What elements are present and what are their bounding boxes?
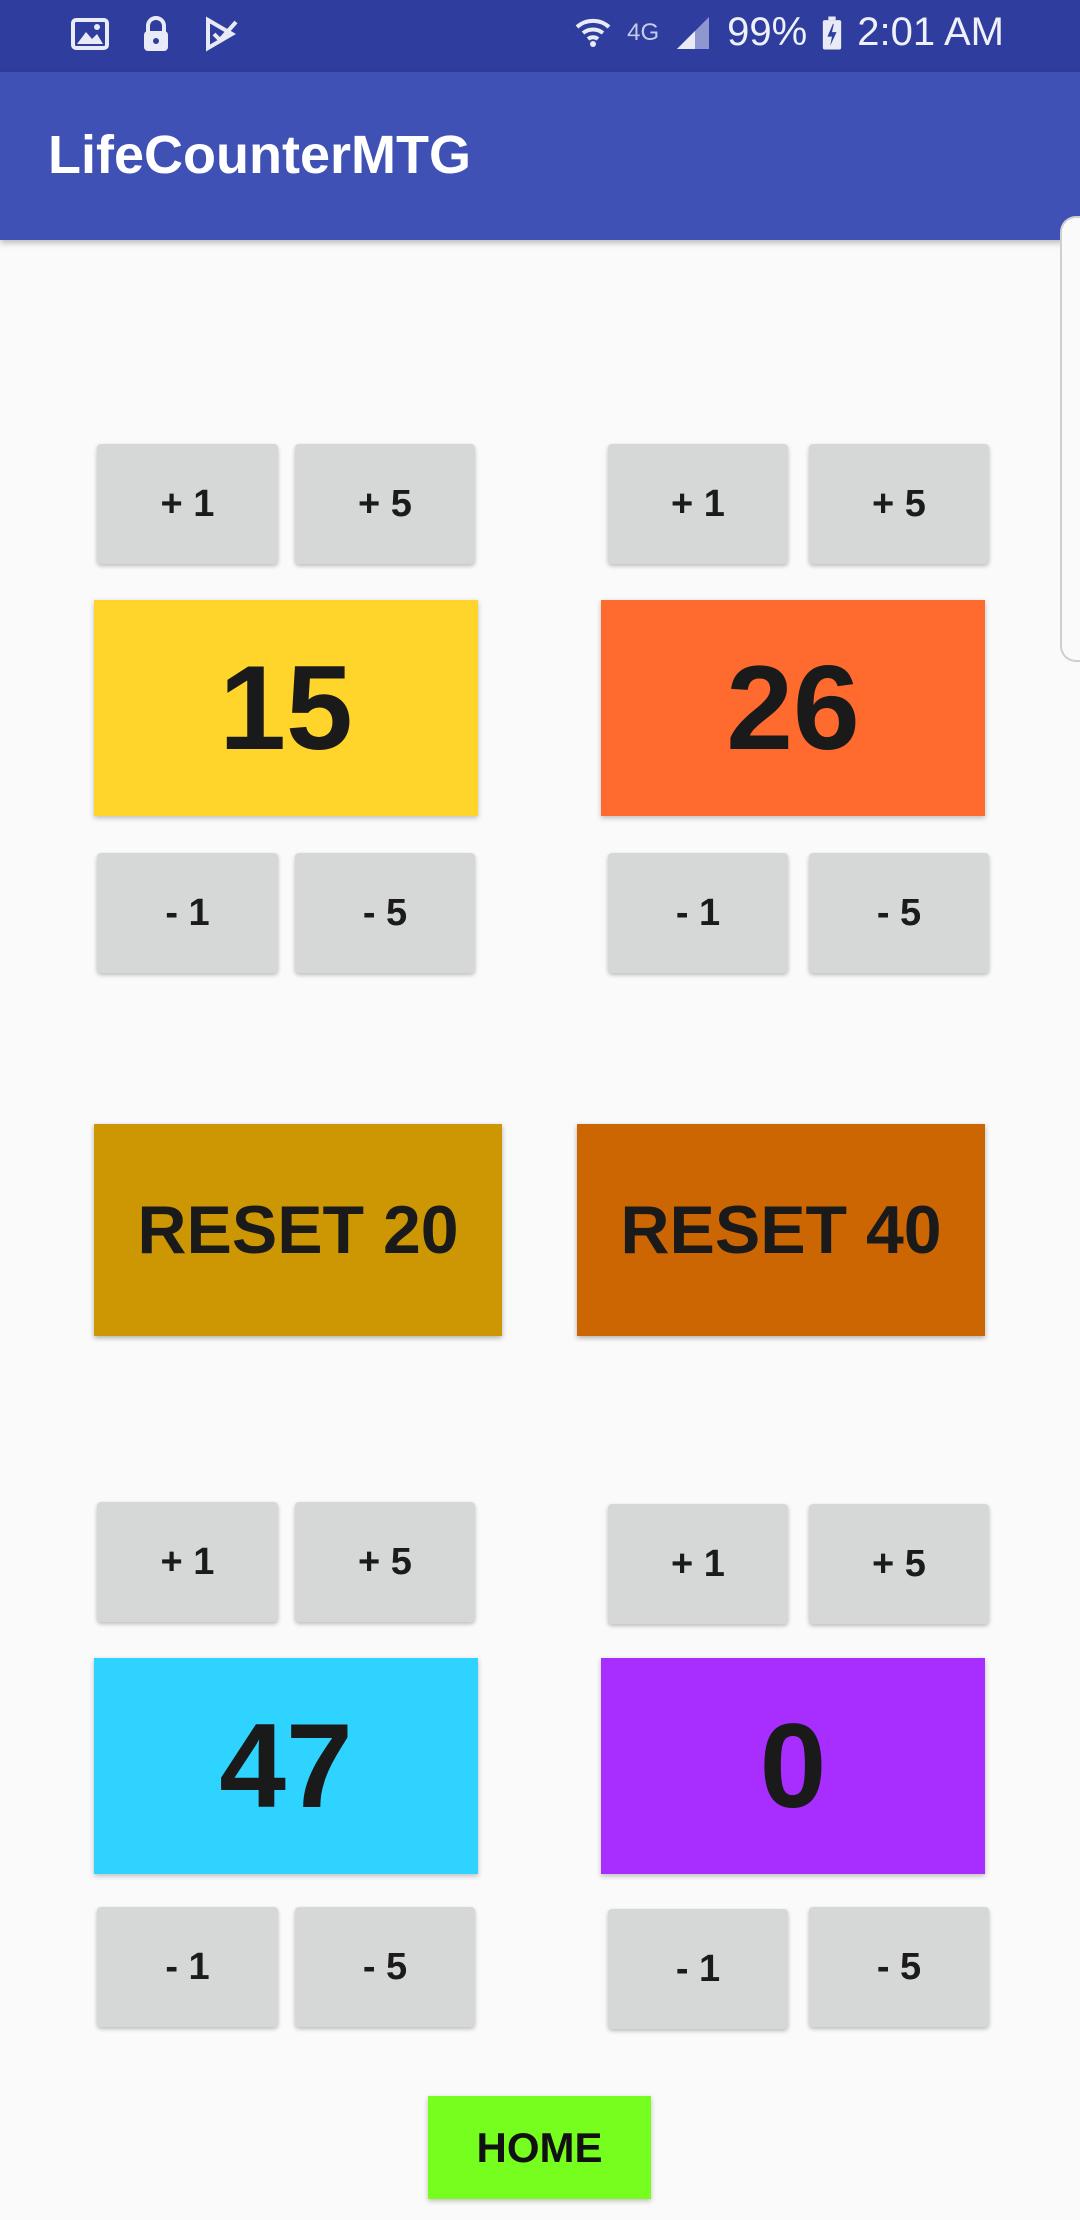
task-check-icon [206, 16, 238, 52]
signal-icon [677, 16, 710, 49]
status-icons-right: 4G 99% 2:01 AM [573, 10, 1004, 55]
battery-icon [823, 16, 842, 49]
player4-plus1-button[interactable]: + 1 [608, 1504, 788, 1624]
player4-plus5-button[interactable]: + 5 [809, 1504, 989, 1624]
player3-plus5-button[interactable]: + 5 [295, 1502, 475, 1622]
player1-minus1-button[interactable]: - 1 [97, 853, 278, 973]
player3-life-counter: 47 [94, 1658, 478, 1874]
player3-minus1-button[interactable]: - 1 [97, 1907, 278, 2027]
player2-life-counter: 26 [601, 600, 985, 816]
reset-40-button[interactable]: RESET 40 [577, 1124, 985, 1336]
lock-icon [144, 16, 168, 51]
player1-plus5-button[interactable]: + 5 [295, 444, 475, 564]
battery-percent: 99% [727, 10, 808, 54]
player4-life-counter: 0 [601, 1658, 985, 1874]
app-bar: LifeCounterMTG [0, 72, 1080, 240]
player4-minus1-button[interactable]: - 1 [608, 1909, 788, 2029]
player2-plus1-button[interactable]: + 1 [608, 444, 788, 564]
home-button[interactable]: HOME [428, 2096, 651, 2199]
player2-plus5-button[interactable]: + 5 [809, 444, 989, 564]
app-title: LifeCounterMTG [48, 125, 471, 185]
image-icon [71, 18, 109, 50]
player1-minus5-button[interactable]: - 5 [295, 853, 475, 973]
reset-20-button[interactable]: RESET 20 [94, 1124, 502, 1336]
player4-minus5-button[interactable]: - 5 [809, 1907, 989, 2027]
player2-minus1-button[interactable]: - 1 [608, 853, 788, 973]
network-type: 4G [627, 18, 660, 46]
status-time: 2:01 AM [857, 10, 1004, 54]
player3-plus1-button[interactable]: + 1 [97, 1502, 278, 1622]
status-icons-left [70, 14, 242, 54]
player3-minus5-button[interactable]: - 5 [295, 1907, 475, 2027]
player1-life-counter: 15 [94, 600, 478, 816]
wifi-icon [575, 18, 611, 47]
edge-panel-handle[interactable] [1060, 216, 1080, 662]
status-bar: 4G 99% 2:01 AM [0, 0, 1080, 72]
player2-minus5-button[interactable]: - 5 [809, 853, 989, 973]
player1-plus1-button[interactable]: + 1 [97, 444, 278, 564]
